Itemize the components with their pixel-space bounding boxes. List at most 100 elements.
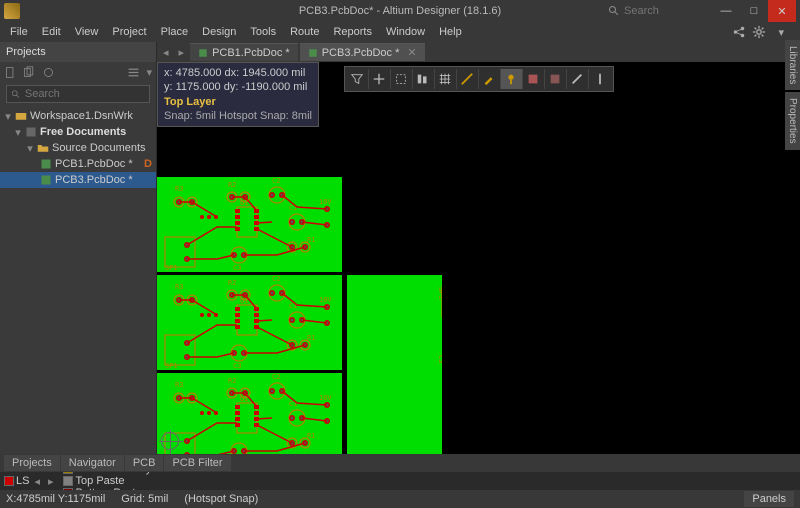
minimize-button[interactable]: — [712, 0, 740, 22]
window-title: PCB3.PcbDoc* - Altium Designer (18.1.6) [299, 5, 501, 17]
menu-reports[interactable]: Reports [327, 24, 378, 40]
svg-text:R1: R1 [307, 236, 315, 244]
svg-text:R2: R2 [228, 181, 236, 189]
menu-view[interactable]: View [69, 24, 105, 40]
status-grid: Grid: 5mil [121, 493, 168, 505]
menu-edit[interactable]: Edit [36, 24, 67, 40]
tab-label: PCB3.PcbDoc * [322, 47, 400, 59]
active-bar [344, 66, 614, 92]
tab-pcb[interactable]: PCB [125, 455, 164, 471]
coord-snap: Snap: 5mil Hotspot Snap: 8mil [164, 109, 312, 123]
close-button[interactable]: ✕ [768, 0, 796, 22]
tree-label: Source Documents [52, 142, 146, 154]
layer-swatch [63, 472, 73, 474]
net-icon[interactable] [589, 69, 611, 89]
tab-pcb1[interactable]: PCB1.PcbDoc * [190, 43, 298, 61]
menu-route[interactable]: Route [284, 24, 325, 40]
menu-help[interactable]: Help [433, 24, 468, 40]
doc-icon[interactable] [4, 66, 17, 79]
menu-window[interactable]: Window [380, 24, 431, 40]
menu-tools[interactable]: Tools [244, 24, 282, 40]
menu-place[interactable]: Place [155, 24, 195, 40]
titlebar: PCB3.PcbDoc* - Altium Designer (18.1.6) … [0, 0, 800, 22]
highlight-icon[interactable] [479, 69, 501, 89]
mask-icon[interactable] [501, 69, 523, 89]
tab-pcb-filter[interactable]: PCB Filter [164, 455, 230, 471]
toolbar-dropdown-icon[interactable]: ▾ [146, 66, 152, 79]
compile-icon[interactable] [42, 66, 55, 79]
app-logo [4, 3, 20, 19]
ls-marker[interactable] [4, 476, 14, 486]
menu-design[interactable]: Design [196, 24, 242, 40]
tree-workspace[interactable]: ▾ Workspace1.DsnWrk [0, 108, 156, 124]
tree-label: Workspace1.DsnWrk [30, 110, 133, 122]
pcb-board-4[interactable] [347, 275, 442, 454]
panel-libraries[interactable]: Libraries [785, 40, 800, 90]
svg-text:C3: C3 [233, 264, 241, 272]
docs-icon[interactable] [23, 66, 36, 79]
svg-text:R3: R3 [175, 185, 183, 193]
pcb-icon [40, 174, 52, 186]
tree-label: PCB1.PcbDoc * [55, 158, 133, 170]
svg-text:C2: C2 [272, 177, 280, 185]
layer-next[interactable]: ▸ [45, 475, 57, 488]
layer-top-paste[interactable]: Top Paste [59, 475, 158, 487]
editor-area: ◂ ▸ PCB1.PcbDoc * PCB3.PcbDoc * ✕ x: 478… [157, 42, 800, 454]
move-icon[interactable] [369, 69, 391, 89]
tree-doc-pcb3[interactable]: PCB3.PcbDoc * [0, 172, 156, 188]
gear-icon[interactable] [752, 25, 766, 39]
tab-projects[interactable]: Projects [4, 455, 60, 471]
search-input[interactable] [624, 5, 704, 17]
folder-icon [37, 142, 49, 154]
layer-prev[interactable]: ◂ [31, 475, 43, 488]
pcb-icon [198, 48, 208, 58]
search-icon [608, 5, 620, 17]
tree-source-documents[interactable]: ▾ Source Documents [0, 140, 156, 156]
zoom-icon[interactable] [567, 69, 589, 89]
share-icon[interactable] [732, 25, 746, 39]
chevron-down-icon[interactable]: ▾ [4, 110, 12, 123]
menubar-right: ▾ [732, 24, 796, 41]
dropdown-icon[interactable]: ▾ [772, 24, 790, 41]
clear-icon[interactable] [523, 69, 545, 89]
panels-button[interactable]: Panels [744, 491, 794, 507]
selection-icon[interactable] [391, 69, 413, 89]
grid-icon[interactable] [435, 69, 457, 89]
right-panels: Libraries Properties [785, 40, 800, 150]
align-icon[interactable] [413, 69, 435, 89]
status-coord: X:4785mil Y:1175mil [6, 493, 105, 505]
measure-icon[interactable] [457, 69, 479, 89]
coord-layer: Top Layer [164, 95, 312, 109]
titlebar-search[interactable] [608, 5, 704, 17]
ls-label: LS [16, 475, 29, 487]
dim-icon[interactable] [545, 69, 567, 89]
pcb-board-3[interactable] [157, 373, 342, 454]
projects-search-input[interactable] [25, 88, 145, 100]
tab-navigator[interactable]: Navigator [61, 455, 124, 471]
menu-file[interactable]: File [4, 24, 34, 40]
maximize-button[interactable]: □ [740, 0, 768, 22]
tab-scroll-left[interactable]: ◂ [159, 46, 173, 59]
pcb-icon [308, 48, 318, 58]
svg-text:SP1: SP1 [165, 264, 178, 272]
pcb-board-2[interactable] [157, 275, 342, 370]
pcb-icon [40, 158, 52, 170]
menu-project[interactable]: Project [106, 24, 152, 40]
panel-properties[interactable]: Properties [785, 92, 800, 150]
pcb-board-1[interactable]: R3 R2 C2 C1 C3 [157, 177, 342, 272]
close-tab-icon[interactable]: ✕ [407, 46, 416, 59]
menu-icon[interactable] [127, 66, 140, 79]
chevron-down-icon[interactable]: ▾ [26, 142, 34, 155]
svg-text:C1: C1 [289, 204, 297, 212]
filter-icon[interactable] [347, 69, 369, 89]
tab-pcb3[interactable]: PCB3.PcbDoc * ✕ [300, 43, 425, 61]
document-tabs: ◂ ▸ PCB1.PcbDoc * PCB3.PcbDoc * ✕ [157, 42, 800, 62]
chevron-down-icon[interactable]: ▾ [14, 126, 22, 139]
tree-free-documents[interactable]: ▾ Free Documents [0, 124, 156, 140]
projects-panel: Projects ▾ ▾ Workspace1.DsnWrk ▾ [0, 42, 157, 454]
tree-doc-pcb1[interactable]: PCB1.PcbDoc * D [0, 156, 156, 172]
status-snap: (Hotspot Snap) [184, 493, 258, 505]
bottom-tabs: Projects Navigator PCB PCB Filter [0, 454, 800, 472]
tab-scroll-right[interactable]: ▸ [175, 46, 189, 59]
layer-label: Top Paste [76, 475, 125, 487]
